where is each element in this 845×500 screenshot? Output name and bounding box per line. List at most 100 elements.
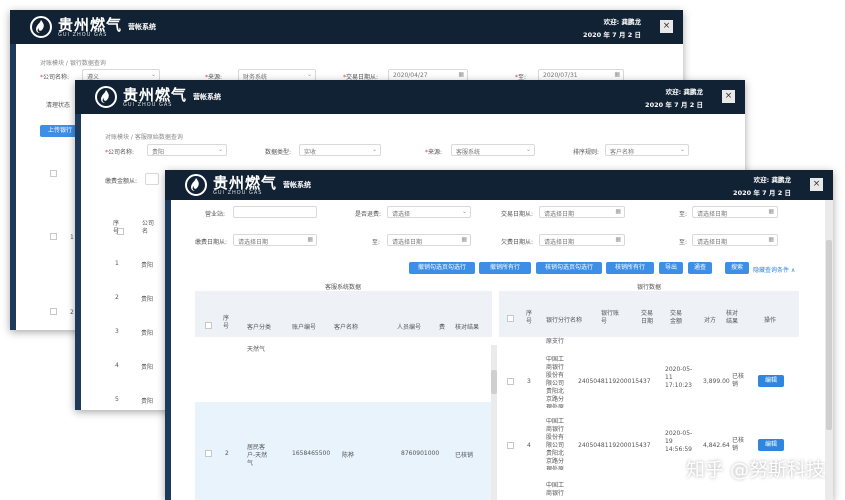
undo-all-button[interactable]: 撤销所有行 (479, 262, 531, 274)
status-label: 清理状态 (46, 102, 71, 109)
gas-flame-logo-icon (95, 86, 117, 108)
row-branch-partial: 原支行 (546, 338, 565, 345)
calendar-icon: ▦ (615, 208, 621, 215)
row-seq: 5 (115, 396, 119, 403)
row-account: 2405048119200015437 (578, 378, 651, 385)
chevron-down-icon: ⌄ (217, 146, 223, 153)
col-tdate-header: 交易日期 (641, 310, 654, 325)
row-city: 贵阳 (141, 330, 154, 337)
row-seq: 3 (115, 328, 119, 335)
row-checkbox[interactable] (50, 170, 57, 177)
company-label: *公司名称: (105, 149, 135, 156)
source-select[interactable]: 客服系统 ⌄ (451, 144, 535, 156)
welcome-user: 欢迎: 龚鹏龙 (753, 176, 791, 184)
row-staff: 8760901000 (401, 450, 440, 457)
page-scrollbar-thumb[interactable] (826, 240, 832, 430)
row-seq: 4 (527, 442, 531, 449)
row-city: 贵阳 (141, 296, 154, 303)
owe-date-to[interactable]: 请选择日期 ▦ (692, 234, 778, 246)
undo-selected-page-button[interactable]: 撤销勾选页勾选行 (409, 262, 475, 274)
row-tdate: 2020-05-19 14:56:59 (665, 430, 693, 453)
cs-scrollbar-track[interactable] (491, 345, 497, 500)
company-select[interactable]: 贵阳 ⌄ (147, 144, 227, 156)
calendar-icon: ▦ (768, 208, 774, 215)
edit-button[interactable]: 编辑 (758, 439, 784, 451)
export-button[interactable]: 导出 (659, 262, 683, 274)
chevron-down-icon: ⌄ (306, 71, 312, 78)
row-checkbox[interactable] (50, 233, 57, 240)
select-all-checkbox[interactable] (507, 315, 514, 322)
row-checkbox[interactable] (507, 442, 514, 449)
upload-bank-button[interactable]: 上传银行 (40, 125, 80, 137)
sidebar-edge (75, 114, 81, 410)
cs-data-title: 客服系统数据 (325, 284, 362, 291)
row-name: 陈桦 (342, 452, 355, 459)
chevron-down-icon: ⌄ (525, 146, 531, 153)
row-amount: 4,842.64 (703, 442, 730, 449)
brand-name-en: GUI ZHOU GAS (123, 102, 173, 108)
watermark: 知乎 @努斯科技 (685, 459, 825, 481)
verify-selected-page-button[interactable]: 核销勾选页勾选行 (536, 262, 602, 274)
col-seq-header: 序号 (113, 220, 120, 235)
system-name: 营帐系统 (193, 93, 221, 101)
col-account-header: 账户编号 (292, 324, 317, 331)
trade-date-from[interactable]: 请选择日期 ▦ (539, 206, 625, 218)
row-branch: 中国工商银行股份有限公司贵阳北京路分理处原支行 (546, 418, 565, 470)
sidebar-edge (10, 44, 16, 330)
row-seq: 1 (115, 260, 119, 267)
search-button[interactable]: 搜索 (725, 262, 749, 274)
pay-date-from[interactable]: 请选择日期 ▦ (233, 234, 317, 246)
query-all-button[interactable]: 通查 (688, 262, 712, 274)
row-amount: 3,899.00 (703, 378, 730, 385)
col-category-header: 客户分类 (247, 324, 272, 331)
refund-select[interactable]: 请选择 ⌄ (387, 206, 471, 218)
calendar-icon: ▦ (615, 236, 621, 243)
refund-label: 是否退费: (355, 211, 382, 218)
sort-select[interactable]: 客户名称 ⌄ (605, 144, 689, 156)
row-checkbox[interactable] (50, 308, 57, 315)
edit-button[interactable]: 编辑 (758, 375, 784, 387)
to-label: 至: (679, 239, 688, 246)
brand-name-en: GUI ZHOU GAS (58, 32, 108, 38)
calendar-icon: ▦ (458, 71, 464, 78)
close-icon[interactable]: × (810, 178, 823, 191)
col-staff-header: 人员编号 (397, 324, 422, 331)
sort-label: 排序规则: (573, 149, 600, 156)
col-counterparty-header: 对方 (704, 317, 717, 324)
gas-flame-logo-icon (185, 174, 207, 196)
close-icon[interactable]: × (722, 90, 735, 103)
row-checkbox[interactable] (205, 450, 212, 457)
close-icon[interactable]: × (660, 20, 673, 33)
hall-input[interactable] (233, 206, 317, 218)
row-branch: 中国工商银行股份有限公司贵阳北京路分理处原支行 (546, 356, 565, 408)
row-result: 已核销 (732, 437, 745, 452)
data-type-select[interactable]: 实收 ⌄ (299, 144, 381, 156)
row-account: 2405048119200015437 (578, 442, 651, 449)
row-checkbox[interactable] (507, 378, 514, 385)
current-date: 2020 年 7 月 2 日 (645, 101, 703, 109)
col-seq-header: 序号 (526, 310, 533, 325)
amount-from-input[interactable] (145, 173, 159, 185)
app-header: 贵州燃气 GUI ZHOU GAS 营帐系统 欢迎: 龚鹏龙 2020 年 7 … (165, 170, 833, 200)
chevron-down-icon: ⌄ (371, 146, 377, 153)
row-seq: 4 (115, 362, 119, 369)
sidebar-edge (165, 200, 171, 500)
chevron-down-icon: ⌄ (150, 71, 156, 78)
system-name: 营帐系统 (128, 23, 156, 31)
cs-scrollbar-thumb[interactable] (491, 370, 497, 394)
verify-all-button[interactable]: 核销所有行 (606, 262, 654, 274)
row-seq: 2 (115, 294, 119, 301)
col-result-header: 核对结果 (726, 310, 739, 325)
hide-filters-link[interactable]: 隐藏查询条件 ∧ (753, 265, 795, 274)
row-city: 贵阳 (141, 262, 154, 269)
owe-date-from[interactable]: 请选择日期 ▦ (539, 234, 625, 246)
pay-date-to[interactable]: 请选择日期 ▦ (387, 234, 471, 246)
col-branch-header: 银行分行名称 (546, 317, 583, 324)
select-all-checkbox[interactable] (205, 322, 212, 329)
calendar-icon: ▦ (461, 236, 467, 243)
row-seq: 1 (70, 234, 74, 241)
breadcrumb: 对账模块 / 客服原始数据查询 (105, 134, 183, 141)
row-city: 贵阳 (141, 398, 154, 405)
amount-from-label: 缴费金额从: (105, 178, 138, 185)
trade-date-to[interactable]: 请选择日期 ▦ (692, 206, 778, 218)
